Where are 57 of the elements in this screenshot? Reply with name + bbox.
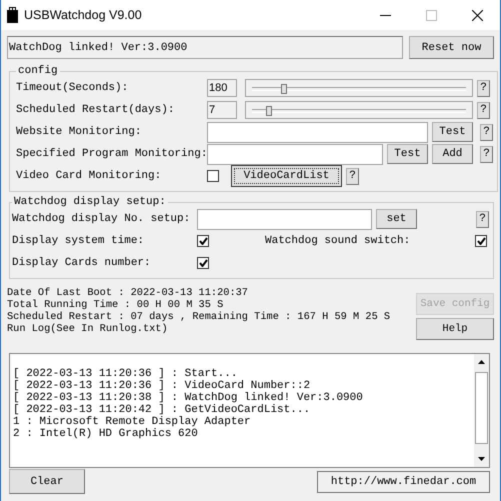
info-line: Run Log(See In Runlog.txt) <box>7 323 169 335</box>
slider-track[interactable] <box>245 79 473 97</box>
info-line: Scheduled Restart : 07 days , Remaining Time : 167 H 59 M 25 S <box>7 311 392 323</box>
slider-thumb[interactable] <box>266 106 272 116</box>
field-label: Video Card Monitoring: <box>16 170 162 182</box>
status-field: WatchDog linked! Ver:3.0900 <box>7 36 403 59</box>
help-button[interactable]: ? <box>476 210 489 228</box>
checkbox[interactable] <box>197 257 209 269</box>
help-button[interactable]: ? <box>477 102 490 118</box>
field-label: Timeout(Seconds): <box>16 82 130 94</box>
input-field[interactable] <box>197 208 372 230</box>
log-line: 2 : Intel(R) HD Graphics 620 <box>13 428 199 440</box>
info-line: Total Running Time : 00 H 00 M 35 S <box>7 299 224 311</box>
help-button[interactable]: Help <box>416 318 494 340</box>
log-line: [ 2022-03-13 11:20:42 ] : GetVideoCardList... <box>13 404 312 416</box>
help-button[interactable]: ? <box>480 124 493 140</box>
checkbox[interactable] <box>197 235 209 247</box>
field-label: Website Monitoring: <box>16 126 142 138</box>
slider-track[interactable] <box>245 101 473 119</box>
log-line: [ 2022-03-13 11:20:36 ] : VideoCard Number::2 <box>13 380 312 392</box>
set-button[interactable]: set <box>376 209 417 229</box>
log-line: 1 : Microsoft Remote Display Adapter <box>13 416 252 428</box>
close-icon[interactable] <box>472 10 482 20</box>
value-field[interactable]: 180 <box>207 79 237 97</box>
clear-button[interactable]: Clear <box>9 469 85 494</box>
video-card-list-button[interactable]: VideoCardList <box>231 165 342 187</box>
reset-button[interactable]: Reset now <box>409 36 494 59</box>
help-button[interactable]: ? <box>480 146 493 162</box>
window-title: USBWatchdog V9.00 <box>24 8 143 22</box>
scroll-down-icon[interactable] <box>478 457 485 461</box>
input-field[interactable] <box>207 122 428 142</box>
field-label: Display Cards number: <box>12 257 152 269</box>
minimize-icon[interactable] <box>380 14 390 16</box>
app-icon <box>7 7 18 23</box>
test-button[interactable]: Add <box>432 144 473 164</box>
field-label: Watchdog sound switch: <box>265 235 412 247</box>
info-line: Date Of Last Boot : 2022-03-13 11:20:37 <box>7 287 249 299</box>
field-label: Watchdog display No. setup: <box>12 213 192 225</box>
help-button[interactable]: ? <box>346 168 359 184</box>
log-line: [ 2022-03-13 11:20:36 ] : Start... <box>13 368 238 380</box>
input-field[interactable] <box>207 144 383 164</box>
log-line: [ 2022-03-13 11:20:38 ] : WatchDog linked! Ver:3.0900 <box>13 392 364 404</box>
field-label: Scheduled Restart(days): <box>16 104 176 116</box>
checkbox[interactable] <box>475 235 487 247</box>
field-label: Display system time: <box>12 235 146 247</box>
help-button[interactable]: ? <box>477 80 490 96</box>
group-title: config <box>17 65 59 77</box>
scroll-up-icon[interactable] <box>478 360 485 364</box>
slider-thumb[interactable] <box>280 84 287 94</box>
field-label: Specified Program Monitoring: <box>16 148 207 160</box>
value-field[interactable]: 7 <box>207 101 237 119</box>
website-link-button[interactable]: http://www.finedar.com <box>317 471 490 493</box>
checkbox[interactable] <box>207 170 219 182</box>
scroll-thumb[interactable] <box>475 372 488 444</box>
group-title: Watchdog display setup: <box>13 196 167 208</box>
test-button[interactable]: Test <box>432 122 473 142</box>
test-button[interactable]: Test <box>387 144 428 164</box>
